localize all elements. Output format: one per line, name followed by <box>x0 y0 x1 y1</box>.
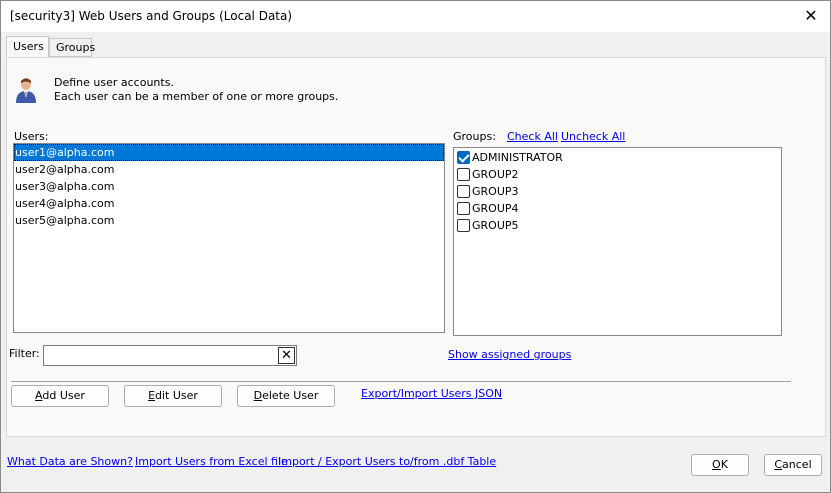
description-line2: Each user can be a member of one or more… <box>54 90 339 103</box>
window-title: [security3] Web Users and Groups (Local … <box>10 9 293 23</box>
tab-groups[interactable]: Groups <box>49 38 96 57</box>
group-label: GROUP3 <box>472 185 519 198</box>
delete-user-button[interactable]: Delete User <box>237 385 335 407</box>
users-listbox[interactable]: user1@alpha.com user2@alpha.com user3@alph… <box>13 143 445 333</box>
edit-user-button[interactable]: Edit User <box>124 385 222 407</box>
filter-label: Filter: <box>9 347 40 360</box>
dialog-window: [security3] Web Users and Groups (Local … <box>0 0 831 493</box>
edit-user-accel: E <box>148 389 156 402</box>
group-label: GROUP2 <box>472 168 519 181</box>
check-all-link[interactable]: Check All <box>507 130 558 143</box>
users-list: user1@alpha.com user2@alpha.com user3@alph… <box>14 144 444 229</box>
group-check-row[interactable]: GROUP5 <box>454 217 781 234</box>
add-user-rest: dd User <box>42 389 85 402</box>
export-import-json-link[interactable]: Export/Import Users JSON <box>361 387 502 400</box>
filter-field[interactable]: ✕ <box>43 345 297 366</box>
import-excel-link[interactable]: Import Users from Excel file <box>135 455 288 468</box>
cancel-accel: C <box>774 458 783 471</box>
what-data-shown-link[interactable]: What Data are Shown? <box>7 455 133 468</box>
group-check-row[interactable]: GROUP4 <box>454 200 781 217</box>
tab-groups-label: Groups <box>56 41 96 54</box>
close-icon[interactable]: ✕ <box>800 5 822 27</box>
description-line1: Define user accounts. <box>54 76 174 89</box>
group-check-row[interactable]: ADMINISTRATOR <box>454 149 781 166</box>
tab-users[interactable]: Users <box>6 36 49 57</box>
ok-button[interactable]: OK <box>691 454 749 476</box>
cancel-button[interactable]: Cancel <box>764 454 822 476</box>
checkbox-checked-icon[interactable] <box>457 151 470 164</box>
checkbox-icon[interactable] <box>457 202 470 215</box>
ok-accel: O <box>712 458 721 471</box>
edit-user-rest: dit User <box>155 389 198 402</box>
group-label: GROUP4 <box>472 202 519 215</box>
checkbox-icon[interactable] <box>457 219 470 232</box>
import-export-dbf-link[interactable]: Import / Export Users to/from .dbf Table <box>278 455 496 468</box>
group-label: GROUP5 <box>472 219 519 232</box>
user-list-item[interactable]: user3@alpha.com <box>14 178 444 195</box>
group-check-row[interactable]: GROUP3 <box>454 183 781 200</box>
groups-checklist[interactable]: ADMINISTRATOR GROUP2 GROUP3 GROUP4 GROUP5 <box>453 147 782 336</box>
groups-list: ADMINISTRATOR GROUP2 GROUP3 GROUP4 GROUP5 <box>454 149 781 234</box>
ok-rest: K <box>720 458 728 471</box>
tab-users-label: Users <box>13 40 44 53</box>
groups-label: Groups: <box>453 130 496 143</box>
delete-user-rest: elete User <box>262 389 319 402</box>
show-assigned-groups-link[interactable]: Show assigned groups <box>448 348 571 361</box>
group-check-row[interactable]: GROUP2 <box>454 166 781 183</box>
cancel-rest: ancel <box>782 458 812 471</box>
user-list-item[interactable]: user4@alpha.com <box>14 195 444 212</box>
separator <box>11 381 791 382</box>
user-icon <box>16 78 36 103</box>
group-label: ADMINISTRATOR <box>472 151 563 164</box>
delete-user-accel: D <box>253 389 263 402</box>
user-list-item[interactable]: user5@alpha.com <box>14 212 444 229</box>
user-list-item[interactable]: user1@alpha.com <box>14 144 444 161</box>
checkbox-icon[interactable] <box>457 168 470 181</box>
users-label: Users: <box>14 130 49 143</box>
uncheck-all-link[interactable]: Uncheck All <box>561 130 625 143</box>
add-user-button[interactable]: Add User <box>11 385 109 407</box>
title-bar: [security3] Web Users and Groups (Local … <box>1 1 830 32</box>
clear-filter-icon[interactable]: ✕ <box>278 347 295 364</box>
user-list-item[interactable]: user2@alpha.com <box>14 161 444 178</box>
checkbox-icon[interactable] <box>457 185 470 198</box>
